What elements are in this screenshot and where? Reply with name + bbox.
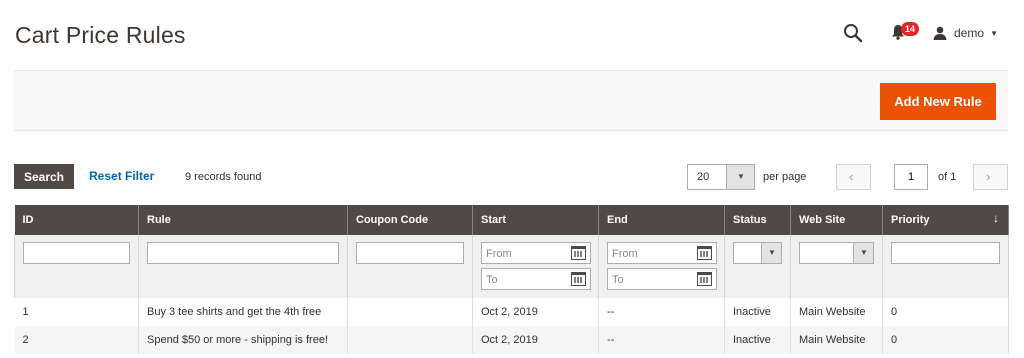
grid-header-row: ID Rule Coupon Code Start End Status Web…: [14, 205, 1009, 235]
table-row[interactable]: 1 Buy 3 tee shirts and get the 4th free …: [14, 298, 1009, 326]
filter-id-input[interactable]: [23, 242, 130, 264]
filter-coupon-code-input[interactable]: [356, 242, 464, 264]
calendar-icon[interactable]: [697, 246, 712, 260]
cell-coupon-code: [347, 326, 473, 354]
cell-id: 2: [14, 326, 139, 354]
column-header-priority-label: Priority: [891, 214, 930, 226]
chevron-down-icon: ▼: [990, 28, 998, 38]
cell-priority: 0: [882, 326, 1009, 354]
per-page-value: 20: [697, 171, 710, 183]
chevron-left-icon: ‹: [849, 169, 854, 184]
chevron-down-icon: ▼: [737, 172, 745, 181]
page-title: Cart Price Rules: [15, 22, 186, 48]
cell-end: --: [598, 326, 725, 354]
chevron-right-icon: ›: [986, 169, 991, 184]
filter-end-to-field[interactable]: To: [607, 268, 717, 290]
next-page-button[interactable]: ›: [973, 164, 1008, 190]
column-header-status[interactable]: Status: [724, 205, 791, 235]
cell-end: --: [598, 298, 725, 326]
column-header-id[interactable]: ID: [14, 205, 139, 235]
column-header-rule[interactable]: Rule: [138, 205, 348, 235]
per-page-dropdown-toggle[interactable]: ▼: [726, 165, 754, 189]
filter-website-select[interactable]: ▼: [799, 242, 874, 264]
filter-status-select[interactable]: ▼: [733, 242, 782, 264]
chevron-down-icon: ▼: [768, 248, 776, 257]
search-button[interactable]: Search: [14, 164, 74, 189]
calendar-icon[interactable]: [697, 272, 712, 286]
filter-priority-input[interactable]: [891, 242, 1000, 264]
notifications-button[interactable]: 14: [889, 22, 920, 44]
cell-rule: Spend $50 or more - shipping is free!: [138, 326, 348, 354]
header-actions: 14 demo ▼: [842, 22, 998, 44]
cell-coupon-code: [347, 298, 473, 326]
filter-cell-website: ▼: [790, 235, 883, 298]
column-header-priority[interactable]: Priority ↓: [882, 205, 1009, 235]
search-icon[interactable]: [842, 22, 864, 44]
chevron-down-icon: ▼: [860, 248, 868, 257]
filter-end-from-field[interactable]: From: [607, 242, 717, 264]
cell-status: Inactive: [724, 326, 791, 354]
sort-descending-icon: ↓: [993, 211, 999, 225]
cell-website: Main Website: [790, 326, 883, 354]
cell-status: Inactive: [724, 298, 791, 326]
per-page-select[interactable]: 20 ▼: [687, 164, 755, 190]
total-pages-label: of 1: [938, 171, 957, 183]
filter-cell-priority: [882, 235, 1009, 298]
filter-cell-rule: [138, 235, 348, 298]
user-menu[interactable]: demo ▼: [933, 26, 998, 40]
filter-start-to-placeholder: To: [486, 274, 498, 286]
filter-end-to-placeholder: To: [612, 274, 624, 286]
calendar-icon[interactable]: [571, 272, 586, 286]
grid-filter-row: From To From To ▼ ▼: [14, 235, 1009, 298]
reset-filter-link[interactable]: Reset Filter: [89, 169, 154, 183]
table-row[interactable]: 2 Spend $50 or more - shipping is free! …: [14, 326, 1009, 354]
filter-status-dropdown-toggle[interactable]: ▼: [761, 243, 781, 263]
filter-cell-status: ▼: [724, 235, 791, 298]
filter-website-dropdown-toggle[interactable]: ▼: [853, 243, 873, 263]
filter-cell-id: [14, 235, 139, 298]
filter-cell-end: From To: [598, 235, 725, 298]
column-header-web-site[interactable]: Web Site: [790, 205, 883, 235]
filter-start-to-field[interactable]: To: [481, 268, 591, 290]
notification-count-badge: 14: [901, 22, 920, 36]
cell-start: Oct 2, 2019: [472, 326, 599, 354]
records-found-count: 9 records found: [185, 171, 262, 183]
column-header-start[interactable]: Start: [472, 205, 599, 235]
filter-cell-coupon: [347, 235, 473, 298]
filter-end-from-placeholder: From: [612, 248, 638, 260]
filter-start-from-placeholder: From: [486, 248, 512, 260]
previous-page-button[interactable]: ‹: [836, 164, 871, 190]
page-actions-bar: Add New Rule: [14, 70, 1008, 131]
cell-rule: Buy 3 tee shirts and get the 4th free: [138, 298, 348, 326]
current-page-input[interactable]: [894, 164, 928, 190]
per-page-label: per page: [763, 171, 807, 183]
column-header-coupon-code[interactable]: Coupon Code: [347, 205, 473, 235]
cell-start: Oct 2, 2019: [472, 298, 599, 326]
calendar-icon[interactable]: [571, 246, 586, 260]
filter-rule-input[interactable]: [147, 242, 339, 264]
add-new-rule-button[interactable]: Add New Rule: [880, 83, 996, 120]
user-icon: [933, 26, 947, 40]
cell-id: 1: [14, 298, 139, 326]
column-header-end[interactable]: End: [598, 205, 725, 235]
cell-priority: 0: [882, 298, 1009, 326]
cell-website: Main Website: [790, 298, 883, 326]
user-name: demo: [954, 26, 985, 40]
filter-cell-start: From To: [472, 235, 599, 298]
cart-price-rules-grid: ID Rule Coupon Code Start End Status Web…: [14, 205, 1009, 354]
grid-controls: Search Reset Filter 9 records found 20 ▼…: [14, 164, 1008, 190]
filter-start-from-field[interactable]: From: [481, 242, 591, 264]
